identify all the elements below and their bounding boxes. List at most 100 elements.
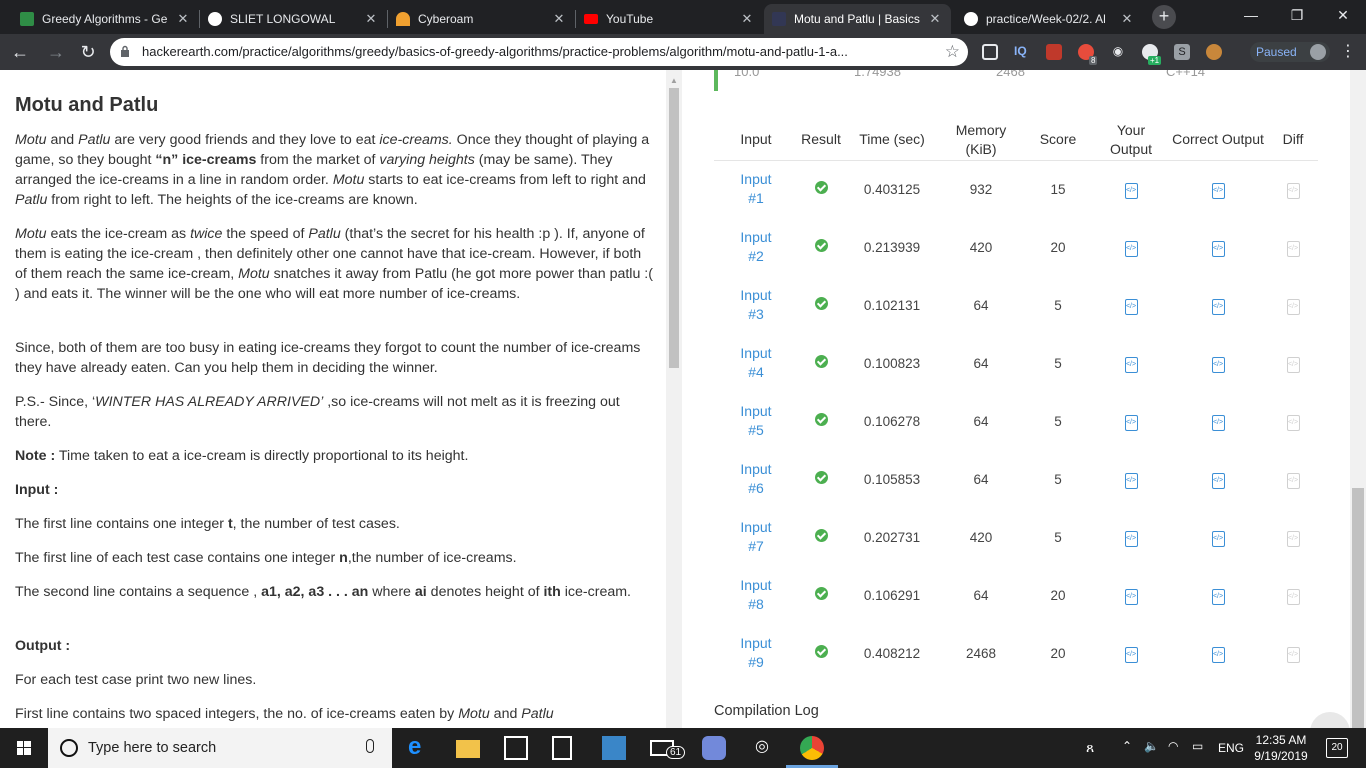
your-output-file-icon[interactable]: </> <box>1124 530 1138 547</box>
battery-icon[interactable]: ▭ <box>1192 739 1203 753</box>
tab-motu-and-patlu[interactable]: Motu and Patlu | Basics ✕ <box>764 4 951 34</box>
start-button[interactable] <box>0 728 48 768</box>
correct-output-file-icon[interactable]: </> <box>1211 646 1225 663</box>
minimize-button[interactable]: — <box>1228 0 1274 30</box>
diff-file-icon[interactable]: </> <box>1286 414 1300 431</box>
diff-file-icon[interactable]: </> <box>1286 646 1300 663</box>
close-icon[interactable]: ✕ <box>1119 11 1135 27</box>
correct-output-file-icon[interactable]: </> <box>1211 356 1225 373</box>
bookmark-star-icon[interactable]: ☆ <box>945 42 960 62</box>
your-output-file-icon[interactable]: </> <box>1124 414 1138 431</box>
chevron-up-icon[interactable]: ⌃ <box>1122 739 1132 753</box>
close-icon[interactable]: ✕ <box>739 11 755 27</box>
profile-paused-button[interactable]: Paused <box>1250 42 1330 62</box>
camera-icon[interactable]: ◎ <box>750 736 774 760</box>
your-output-cell: </> <box>1094 276 1168 334</box>
correct-output-file-icon[interactable]: </> <box>1211 182 1225 199</box>
close-window-button[interactable]: ✕ <box>1320 0 1366 30</box>
store-icon[interactable] <box>504 736 528 760</box>
diff-file-icon[interactable]: </> <box>1286 240 1300 257</box>
close-icon[interactable]: ✕ <box>363 11 379 27</box>
input-link[interactable]: Input #8 <box>714 566 798 624</box>
address-bar[interactable]: hackerearth.com/practice/algorithms/gree… <box>110 38 968 66</box>
your-output-file-icon[interactable]: </> <box>1124 240 1138 257</box>
your-output-file-icon[interactable]: </> <box>1124 356 1138 373</box>
scrollbar-thumb[interactable] <box>1352 488 1364 728</box>
your-output-file-icon[interactable]: </> <box>1124 298 1138 315</box>
your-output-file-icon[interactable]: </> <box>1124 646 1138 663</box>
diff-file-icon[interactable]: </> <box>1286 356 1300 373</box>
language-indicator[interactable]: ENG <box>1218 741 1244 755</box>
close-icon[interactable]: ✕ <box>551 11 567 27</box>
chrome-icon[interactable] <box>800 736 824 760</box>
cookie-icon[interactable] <box>1206 44 1222 60</box>
new-tab-button[interactable]: + <box>1152 5 1176 29</box>
media-player-icon[interactable] <box>602 736 626 760</box>
taskbar-search[interactable]: Type here to search <box>48 728 392 768</box>
close-icon[interactable]: ✕ <box>175 11 191 27</box>
memory-cell: 2468 <box>965 645 997 661</box>
file-explorer-icon[interactable] <box>456 740 480 758</box>
extension-icon[interactable] <box>982 44 998 60</box>
diff-file-icon[interactable]: </> <box>1286 530 1300 547</box>
correct-output-file-icon[interactable]: </> <box>1211 588 1225 605</box>
tab-greedy-algorithms[interactable]: Greedy Algorithms - Ge ✕ <box>12 4 199 34</box>
s-extension-icon[interactable]: S <box>1174 44 1190 60</box>
scroll-up-icon[interactable]: ▲ <box>670 76 678 85</box>
close-icon[interactable]: ✕ <box>927 11 943 27</box>
forward-button[interactable]: → <box>44 40 68 64</box>
diff-file-icon[interactable]: </> <box>1286 298 1300 315</box>
volume-icon[interactable]: 🔈 <box>1144 739 1159 753</box>
diff-cell: </> <box>1268 392 1318 450</box>
correct-output-file-icon[interactable]: </> <box>1211 530 1225 547</box>
maximize-button[interactable]: ❐ <box>1274 0 1320 30</box>
off-extension-icon[interactable] <box>1046 44 1062 60</box>
edge-icon[interactable]: e <box>408 735 432 760</box>
input-link[interactable]: Input #4 <box>714 334 798 392</box>
action-center-button[interactable]: 20 <box>1326 738 1348 758</box>
people-icon[interactable]: ጸ <box>1086 739 1094 756</box>
input-link[interactable]: Input #5 <box>714 392 798 450</box>
taskbar-clock[interactable]: 12:35 AM 9/19/2019 <box>1254 732 1308 764</box>
calculator-icon[interactable] <box>552 736 572 760</box>
your-output-file-icon[interactable]: </> <box>1124 472 1138 489</box>
problem-paragraph-4: P.S.- Since, ‘WINTER HAS ALREADY ARRIVED… <box>15 394 620 430</box>
table-row: Input #7 0.202731 420 5 </> </> </> <box>714 508 1318 566</box>
score-cell: 15 <box>1050 181 1066 197</box>
correct-output-file-icon[interactable]: </> <box>1211 414 1225 431</box>
wifi-icon[interactable]: ◠ <box>1168 739 1178 753</box>
correct-output-cell: </> <box>1168 508 1268 566</box>
correct-output-file-icon[interactable]: </> <box>1211 240 1225 257</box>
correct-output-file-icon[interactable]: </> <box>1211 298 1225 315</box>
table-header-row: Input Result Time (sec) Memory (KiB) Sco… <box>714 120 1318 161</box>
reload-button[interactable]: ↻ <box>76 40 100 64</box>
eye-icon[interactable]: ◉ <box>1110 44 1126 60</box>
your-output-file-icon[interactable]: </> <box>1124 182 1138 199</box>
scrollbar-thumb[interactable] <box>669 88 679 368</box>
your-output-file-icon[interactable]: </> <box>1124 588 1138 605</box>
correct-output-file-icon[interactable]: </> <box>1211 472 1225 489</box>
time-cell: 0.408212 <box>863 645 921 661</box>
back-button[interactable]: ← <box>8 40 32 64</box>
microphone-icon[interactable] <box>366 739 374 753</box>
tab-sliet-longowal[interactable]: SLIET LONGOWAL ✕ <box>200 4 387 34</box>
input-link[interactable]: Input #2 <box>714 218 798 276</box>
iq-extension-icon[interactable]: IQ <box>1014 44 1030 60</box>
diff-file-icon[interactable]: </> <box>1286 588 1300 605</box>
discord-icon[interactable] <box>702 736 726 760</box>
diff-file-icon[interactable]: </> <box>1286 472 1300 489</box>
compilation-log-heading[interactable]: Compilation Log <box>714 703 819 719</box>
tab-youtube[interactable]: YouTube ✕ <box>576 4 763 34</box>
diff-file-icon[interactable]: </> <box>1286 182 1300 199</box>
input-link[interactable]: Input #6 <box>714 450 798 508</box>
menu-kebab-icon[interactable]: ⋮ <box>1336 40 1360 64</box>
tab-cyberoam[interactable]: Cyberoam ✕ <box>388 4 575 34</box>
left-scrollbar[interactable]: ▲ <box>666 70 682 728</box>
right-scrollbar[interactable] <box>1350 70 1366 728</box>
input-link[interactable]: Input #3 <box>714 276 798 334</box>
result-cell <box>798 218 844 276</box>
input-link[interactable]: Input #7 <box>714 508 798 566</box>
input-link[interactable]: Input #1 <box>714 160 798 218</box>
tab-github-practice[interactable]: practice/Week-02/2. Al ✕ <box>956 4 1143 34</box>
input-link[interactable]: Input #9 <box>714 624 798 682</box>
